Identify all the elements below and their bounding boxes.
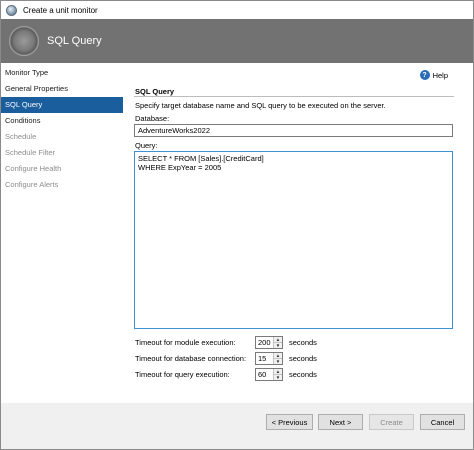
chevron-down-icon[interactable]: ▼	[274, 358, 282, 364]
query-textarea[interactable]: SELECT * FROM [Sales].[CreditCard] WHERE…	[134, 151, 453, 329]
connection-timeout-stepper[interactable]: 15 ▲ ▼	[255, 352, 283, 365]
wizard-footer: < Previous Next > Create Cancel	[1, 403, 473, 449]
page-title: SQL Query	[47, 35, 102, 47]
help-link[interactable]: ? Help	[419, 70, 448, 80]
query-timeout-label: Timeout for query execution:	[135, 370, 230, 379]
sidebar-item-configure-alerts: Configure Alerts	[5, 180, 59, 189]
wizard-header: SQL Query	[1, 19, 473, 63]
query-timeout-row: Timeout for query execution: 60 ▲ ▼ seco…	[135, 368, 317, 381]
query-timeout-spin-buttons: ▲ ▼	[273, 369, 282, 380]
create-button: Create	[369, 414, 414, 430]
chevron-down-icon[interactable]: ▼	[274, 374, 282, 380]
connection-timeout-label: Timeout for database connection:	[135, 354, 247, 363]
section-description: Specify target database name and SQL que…	[135, 101, 386, 110]
module-timeout-row: Timeout for module execution: 200 ▲ ▼ se…	[135, 336, 317, 349]
module-timeout-value[interactable]: 200	[256, 337, 273, 348]
wizard-content: ? Help SQL Query Specify target database…	[129, 63, 473, 403]
query-label: Query:	[135, 141, 158, 150]
connection-timeout-row: Timeout for database connection: 15 ▲ ▼ …	[135, 352, 317, 365]
sidebar-item-schedule-filter: Schedule Filter	[5, 148, 56, 157]
create-unit-monitor-window: Create a unit monitor SQL Query Monitor …	[0, 0, 474, 450]
next-button[interactable]: Next >	[318, 414, 363, 430]
title-bar: Create a unit monitor	[1, 1, 473, 19]
connection-timeout-unit: seconds	[289, 354, 317, 363]
database-input[interactable]: AdventureWorks2022	[134, 124, 453, 137]
help-icon: ?	[419, 70, 430, 80]
query-timeout-unit: seconds	[289, 370, 317, 379]
module-timeout-label: Timeout for module execution:	[135, 338, 236, 347]
cancel-button[interactable]: Cancel	[420, 414, 465, 430]
previous-button[interactable]: < Previous	[266, 414, 313, 430]
sidebar-item-monitor-type[interactable]: Monitor Type	[1, 65, 123, 81]
sidebar-item-schedule: Schedule	[5, 132, 37, 141]
chevron-down-icon[interactable]: ▼	[274, 342, 282, 348]
query-timeout-stepper[interactable]: 60 ▲ ▼	[255, 368, 283, 381]
database-label: Database:	[135, 114, 170, 123]
section-title: SQL Query	[135, 87, 175, 96]
monitor-orb-icon	[6, 4, 17, 16]
section-divider	[134, 96, 454, 97]
module-timeout-spin-buttons: ▲ ▼	[273, 337, 282, 348]
sidebar-item-configure-health: Configure Health	[5, 164, 62, 173]
sidebar-item-sql-query[interactable]: SQL Query	[1, 97, 123, 113]
module-timeout-stepper[interactable]: 200 ▲ ▼	[255, 336, 283, 349]
window-title: Create a unit monitor	[23, 5, 98, 15]
page-orb-icon	[9, 26, 39, 56]
sidebar-item-conditions[interactable]: Conditions	[1, 113, 123, 129]
wizard-steps-sidebar: Monitor Type General Properties SQL Quer…	[1, 63, 123, 403]
connection-timeout-spin-buttons: ▲ ▼	[273, 353, 282, 364]
help-label: Help	[432, 70, 448, 80]
connection-timeout-value[interactable]: 15	[256, 353, 273, 364]
sidebar-item-general-properties[interactable]: General Properties	[1, 81, 123, 97]
query-timeout-value[interactable]: 60	[256, 369, 273, 380]
module-timeout-unit: seconds	[289, 338, 317, 347]
